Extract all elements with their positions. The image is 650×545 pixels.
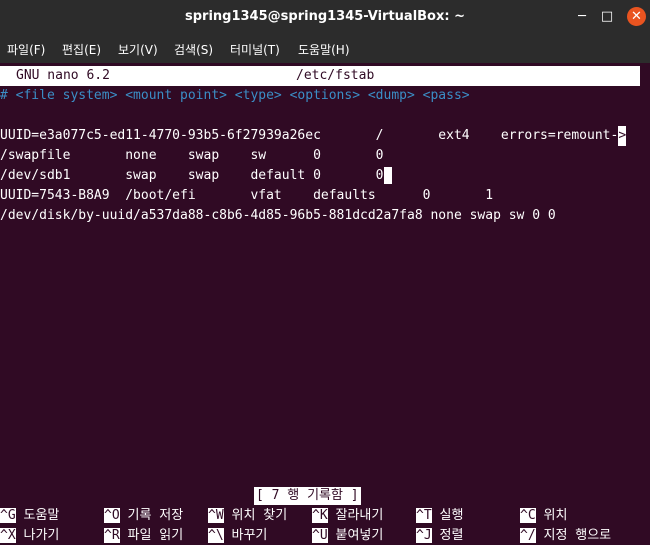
shortcut-write-out: ^O 기록 저장	[104, 506, 183, 526]
line-overflow-marker: >	[618, 126, 627, 146]
menu-terminal[interactable]: 터미널(T)	[230, 41, 280, 58]
shortcut-execute: ^T 실행	[416, 506, 463, 526]
shortcut-label: 붙여넣기	[335, 528, 384, 543]
shortcut-key: ^R	[104, 528, 120, 543]
shortcut-key: ^T	[416, 508, 432, 523]
comment-line: # <file system> <mount point> <type> <op…	[0, 88, 470, 103]
shortcut-label: 실행	[439, 508, 464, 523]
shortcut-label: 지정 행으로	[543, 528, 612, 543]
title-bar[interactable]: spring1345@spring1345-VirtualBox: ~ ─ □ …	[0, 0, 650, 34]
text-cursor	[383, 167, 392, 184]
shortcut-label: 위치	[543, 508, 568, 523]
shortcut-read-file: ^R 파일 읽기	[104, 526, 183, 545]
nano-filename: /etc/fstab	[296, 68, 375, 83]
fstab-line-sdb1: /dev/sdb1 swap swap default 0 0	[0, 166, 392, 186]
shortcut-label: 도움말	[23, 508, 60, 523]
shortcut-label: 파일 읽기	[127, 528, 184, 543]
shortcut-justify: ^J 정렬	[416, 526, 463, 545]
shortcut-key: ^/	[520, 528, 536, 543]
menu-file[interactable]: 파일(F)	[7, 41, 45, 58]
shortcut-paste: ^U 붙여넣기	[312, 526, 383, 545]
nano-header: GNU nano 6.2 /etc/fstab	[0, 66, 640, 86]
shortcut-key: ^K	[312, 508, 328, 523]
shortcut-label: 나가기	[23, 528, 60, 543]
shortcut-key: ^\	[208, 528, 224, 543]
nano-version: GNU nano 6.2	[16, 68, 110, 83]
shortcut-replace: ^\ 바꾸기	[208, 526, 267, 545]
minimize-icon[interactable]: ─	[573, 8, 591, 26]
shortcut-key: ^O	[104, 508, 120, 523]
fstab-line-swapfile: /swapfile none swap sw 0 0	[0, 148, 384, 163]
shortcut-exit: ^X 나가기	[0, 526, 59, 545]
shortcut-key: ^X	[0, 528, 16, 543]
terminal-window: spring1345@spring1345-VirtualBox: ~ ─ □ …	[0, 0, 650, 545]
menu-help[interactable]: 도움말(H)	[298, 41, 350, 58]
shortcut-help: ^G 도움말	[0, 506, 59, 526]
shortcut-key: ^C	[520, 508, 536, 523]
menu-search[interactable]: 검색(S)	[174, 41, 213, 58]
maximize-icon[interactable]: □	[598, 8, 616, 26]
shortcut-key: ^U	[312, 528, 328, 543]
terminal-area[interactable]: GNU nano 6.2 /etc/fstab # <file system> …	[0, 63, 650, 545]
shortcut-label: 정렬	[439, 528, 464, 543]
menu-edit[interactable]: 편집(E)	[62, 41, 101, 58]
shortcut-location: ^C 위치	[520, 506, 567, 526]
status-message: [ 7 행 기록함 ]	[254, 487, 361, 505]
fstab-line-root-text: UUID=e3a077c5-ed11-4770-93b5-6f27939a26e…	[0, 128, 619, 143]
window-title: spring1345@spring1345-VirtualBox: ~	[185, 9, 465, 24]
fstab-line-efi: UUID=7543-B8A9 /boot/efi vfat defaults 0…	[0, 188, 494, 203]
shortcut-key: ^W	[208, 508, 224, 523]
shortcut-key: ^J	[416, 528, 432, 543]
menu-bar: 파일(F) 편집(E) 보기(V) 검색(S) 터미널(T) 도움말(H)	[0, 34, 650, 63]
shortcut-where-is: ^W 위치 찾기	[208, 506, 287, 526]
shortcut-label: 잘라내기	[335, 508, 384, 523]
fstab-line-root: UUID=e3a077c5-ed11-4770-93b5-6f27939a26e…	[0, 126, 627, 146]
shortcut-label: 바꾸기	[231, 528, 268, 543]
close-icon[interactable]: ✕	[627, 7, 646, 26]
shortcut-label: 기록 저장	[127, 508, 184, 523]
shortcut-cut: ^K 잘라내기	[312, 506, 383, 526]
fstab-line-sdb1-text: /dev/sdb1 swap swap default 0 0	[0, 168, 384, 183]
shortcut-go-to-line: ^/ 지정 행으로	[520, 526, 611, 545]
menu-view[interactable]: 보기(V)	[118, 41, 158, 58]
fstab-line-disk: /dev/disk/by-uuid/a537da88-c8b6-4d85-96b…	[0, 208, 556, 223]
shortcut-label: 위치 찾기	[231, 508, 288, 523]
shortcut-key: ^G	[0, 508, 16, 523]
